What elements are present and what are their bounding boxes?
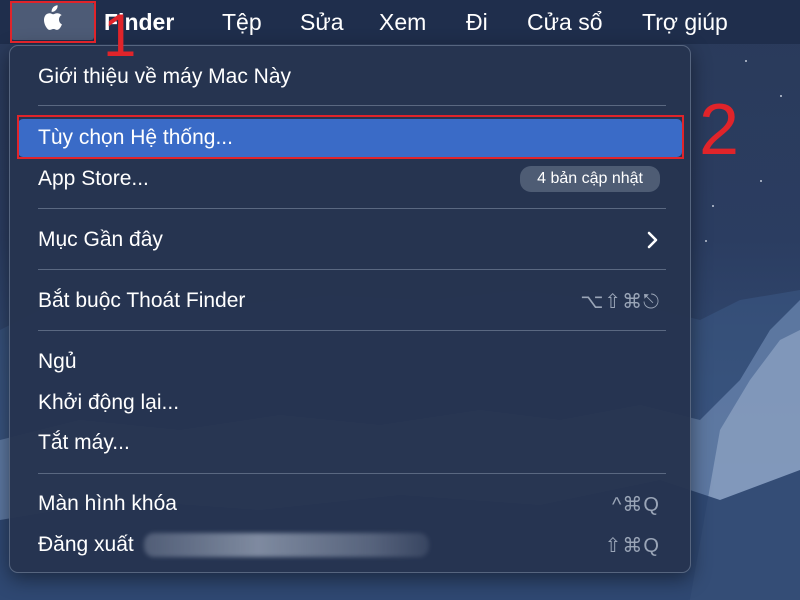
annotation-step-number: 2 xyxy=(699,90,740,170)
menu-item-label: Mục Gần đây xyxy=(38,228,163,251)
menu-item-force-quit[interactable]: Bắt buộc Thoát Finder ⌥⇧⌘⎋ xyxy=(18,282,682,320)
menu-window[interactable]: Cửa sổ xyxy=(527,8,602,36)
menu-go[interactable]: Đi xyxy=(466,8,488,36)
menu-help[interactable]: Trợ giúp xyxy=(642,8,728,36)
menu-separator xyxy=(38,330,666,331)
menu-separator xyxy=(38,473,666,474)
keyboard-shortcut: ⌥⇧⌘⎋ xyxy=(580,290,660,313)
annotation-highlight-apple-menu xyxy=(10,1,96,43)
menu-item-log-out[interactable]: Đăng xuất ⇧⌘Q xyxy=(18,526,682,564)
menu-item-label: Màn hình khóa xyxy=(38,492,177,515)
menu-item-recent-items[interactable]: Mục Gần đây xyxy=(18,221,682,259)
menu-separator xyxy=(38,208,666,209)
chevron-right-icon xyxy=(646,231,660,249)
menu-item-label: Ngủ xyxy=(38,350,77,373)
menu-file[interactable]: Tệp xyxy=(222,8,262,36)
blurred-username xyxy=(143,533,429,558)
menu-item-label: Khởi động lại... xyxy=(38,391,180,414)
menu-item-label: Bắt buộc Thoát Finder xyxy=(38,289,246,312)
menu-item-app-store[interactable]: App Store... 4 bản cập nhật xyxy=(18,160,682,198)
menu-item-lock-screen[interactable]: Màn hình khóa ^⌘Q xyxy=(18,485,682,523)
keyboard-shortcut: ^⌘Q xyxy=(612,493,660,516)
menu-view[interactable]: Xem xyxy=(379,8,426,36)
menu-item-shutdown[interactable]: Tắt máy... xyxy=(18,424,682,462)
annotation-highlight-system-preferences xyxy=(17,115,684,159)
menu-separator xyxy=(38,105,666,106)
menu-item-label-wrap: Đăng xuất xyxy=(38,532,605,558)
menu-item-label: Tắt máy... xyxy=(38,431,130,454)
annotation-step-number: 1 xyxy=(103,2,137,69)
menu-item-sleep[interactable]: Ngủ xyxy=(18,343,682,381)
menu-item-label: Đăng xuất xyxy=(38,532,134,556)
menu-separator xyxy=(38,269,666,270)
updates-badge: 4 bản cập nhật xyxy=(520,166,660,192)
menu-item-label: App Store... xyxy=(38,167,149,190)
menu-edit[interactable]: Sửa xyxy=(300,8,344,36)
keyboard-shortcut: ⇧⌘Q xyxy=(604,534,660,557)
menu-item-restart[interactable]: Khởi động lại... xyxy=(18,384,682,422)
